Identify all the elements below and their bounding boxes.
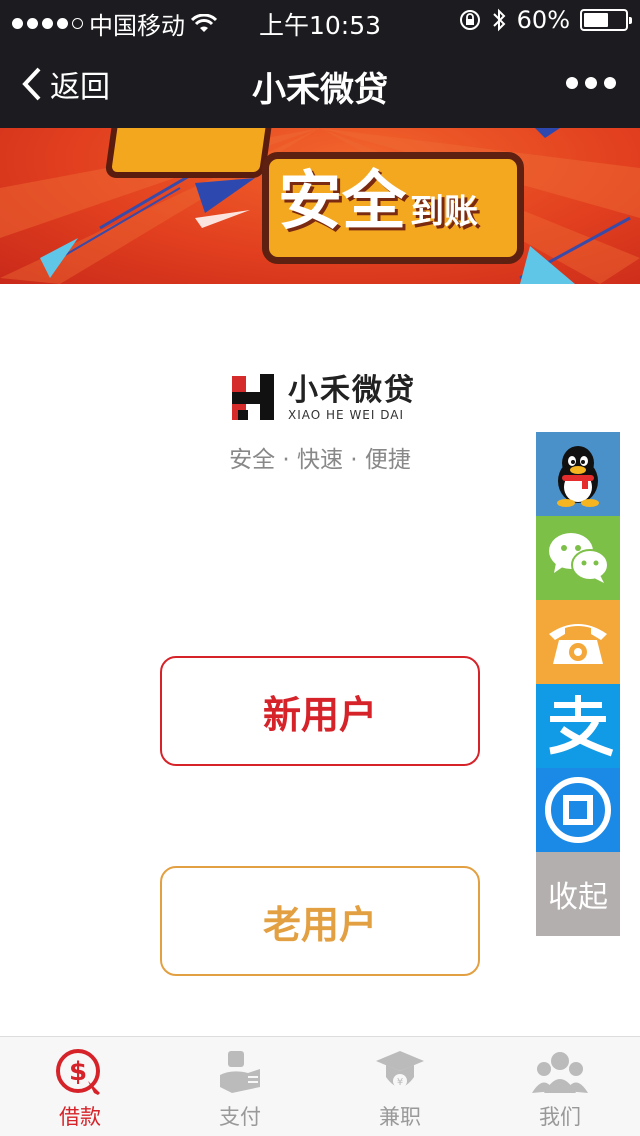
logo-mark-icon (232, 374, 280, 422)
status-right: 60% (459, 6, 632, 34)
more-button[interactable] (566, 77, 616, 89)
status-bar: 中国移动 上午10:53 60% (0, 0, 640, 40)
page-title: 小禾微贷 (252, 70, 388, 110)
rotation-lock-icon (459, 10, 480, 30)
tab-bar: $ 借款 支付 ¥ 兼职 我们 (0, 1036, 640, 1136)
more-dot (585, 77, 597, 89)
banner-text-small: 到账 (410, 192, 478, 232)
banner-headline: 安全 到账 (278, 164, 478, 240)
brand-logo: 小禾微贷 XIAO HE WEI DAI (232, 374, 416, 422)
floating-contact-bar: 收起 (536, 432, 620, 936)
logo-name-en: XIAO HE WEI DAI (288, 408, 405, 422)
tab-label: 兼职 (379, 1105, 421, 1129)
nav-bar: 返回 小禾微贷 (0, 40, 640, 128)
alipay-icon (549, 695, 614, 757)
tab-loan[interactable]: $ 借款 (0, 1037, 160, 1136)
old-user-button[interactable]: 老用户 (160, 866, 480, 976)
qq-icon (557, 446, 599, 507)
logo-name-cn: 小禾微贷 (288, 373, 416, 408)
tab-about-us[interactable]: 我们 (480, 1037, 640, 1136)
payment-icon (545, 777, 611, 843)
tab-label: 支付 (219, 1105, 261, 1129)
more-dot (566, 77, 578, 89)
phone-icon (549, 624, 607, 664)
graduate-icon: ¥ (376, 1051, 424, 1088)
phone-button[interactable] (536, 600, 620, 684)
logo-text: 小禾微贷 XIAO HE WEI DAI (288, 373, 416, 423)
payment-hand-icon (220, 1051, 260, 1093)
tab-label: 借款 (59, 1105, 101, 1129)
banner-text-big: 安全 (278, 165, 406, 239)
alipay-button[interactable] (536, 684, 620, 768)
tab-parttime[interactable]: ¥ 兼职 (320, 1037, 480, 1136)
tab-payment[interactable]: 支付 (160, 1037, 320, 1136)
people-icon (532, 1052, 588, 1093)
payment-button[interactable] (536, 768, 620, 852)
promo-banner[interactable]: 安全 到账 (0, 128, 640, 284)
more-dot (604, 77, 616, 89)
collapse-button[interactable]: 收起 (536, 852, 620, 936)
new-user-button[interactable]: 新用户 (160, 656, 480, 766)
bluetooth-icon (492, 8, 506, 32)
qq-button[interactable] (536, 432, 620, 516)
wechat-icon (549, 533, 609, 583)
svg-text:¥: ¥ (397, 1077, 403, 1088)
banner-top-block (104, 128, 276, 178)
battery-percent: 60% (516, 6, 570, 34)
tab-label: 我们 (539, 1105, 581, 1129)
wechat-button[interactable] (536, 516, 620, 600)
svg-text:$: $ (69, 1057, 87, 1087)
battery-icon (580, 9, 632, 31)
loan-icon: $ (56, 1049, 100, 1095)
